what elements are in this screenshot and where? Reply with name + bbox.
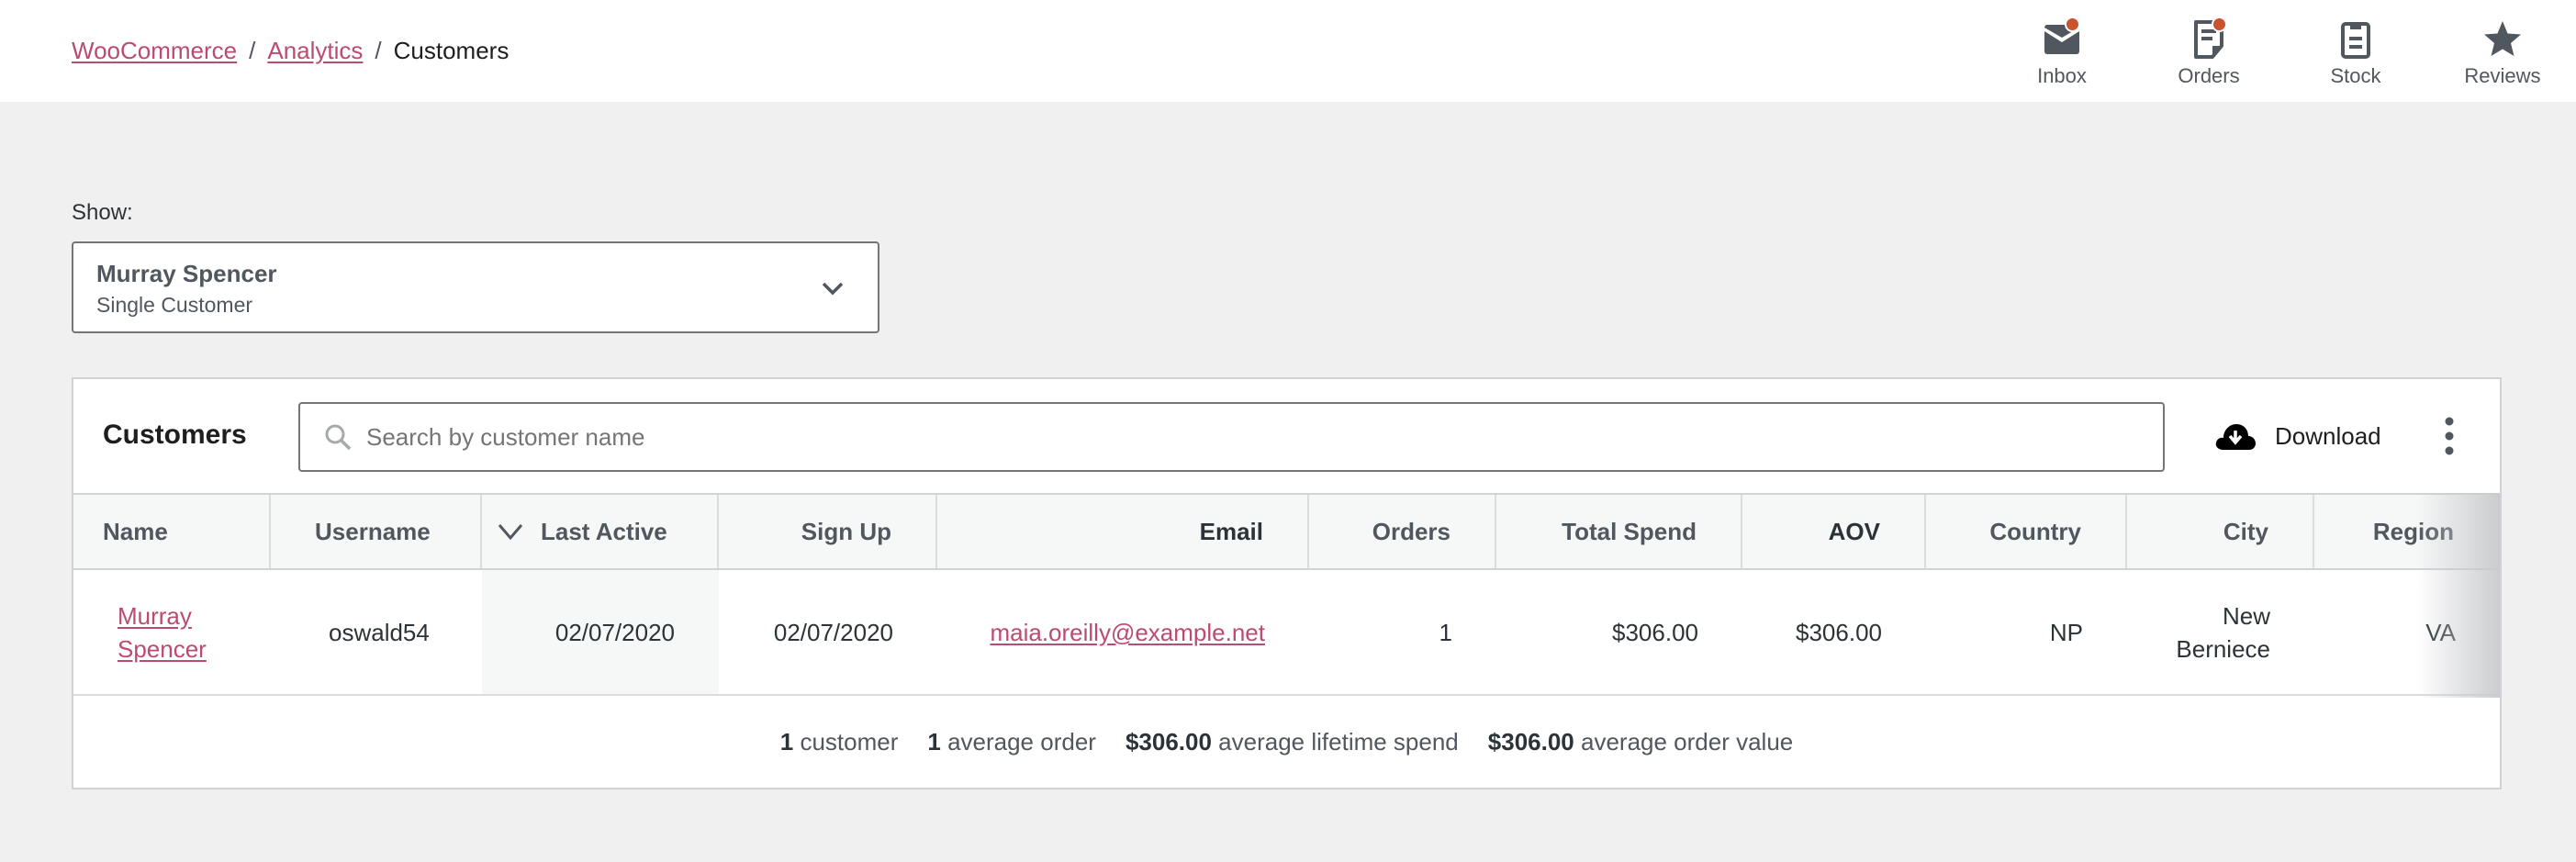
activity-reviews-button[interactable]: Reviews	[2429, 0, 2576, 102]
star-icon	[2482, 18, 2523, 59]
summary-label: customer	[800, 727, 899, 756]
summary-value: $306.00	[1487, 727, 1574, 756]
search-icon	[325, 424, 352, 451]
column-header-sign-up[interactable]: Sign Up	[719, 495, 937, 568]
column-label: Country	[1989, 517, 2081, 545]
sort-descending-icon	[498, 524, 523, 541]
notification-dot	[2212, 17, 2227, 32]
activity-reviews-label: Reviews	[2464, 64, 2541, 87]
cell-email: maia.oreilly@example.net	[937, 570, 1309, 694]
table-row: Murray Spencer oswald54 02/07/2020 02/07…	[73, 570, 2500, 696]
summary-value: 1	[779, 727, 794, 756]
activity-orders-button[interactable]: Orders	[2135, 0, 2282, 102]
cloud-download-icon	[2215, 424, 2256, 450]
column-label: Last Active	[541, 517, 667, 545]
activity-stock-button[interactable]: Stock	[2282, 0, 2429, 102]
cell-country: NP	[2049, 618, 2083, 646]
cell-sign-up: 02/07/2020	[773, 618, 893, 646]
column-header-username[interactable]: Username	[271, 495, 482, 568]
cell-aov: $306.00	[1796, 618, 1882, 646]
column-label: Total Spend	[1562, 517, 1697, 545]
more-options-icon[interactable]	[2433, 414, 2466, 460]
column-header-orders[interactable]: Orders	[1309, 495, 1496, 568]
breadcrumb-analytics[interactable]: Analytics	[267, 35, 363, 66]
activity-inbox-label: Inbox	[2037, 64, 2087, 87]
cell-last-active: 02/07/2020	[482, 570, 719, 694]
breadcrumb: WooCommerce / Analytics / Customers	[72, 35, 509, 66]
column-label: Name	[103, 517, 168, 545]
breadcrumb-separator: /	[249, 37, 256, 64]
breadcrumb-current: Customers	[393, 37, 510, 64]
column-label: Orders	[1372, 517, 1450, 545]
customers-table-card: Customers Download Name Username	[72, 377, 2502, 789]
column-header-name[interactable]: Name	[73, 495, 271, 568]
selected-filter-type: Single Customer	[96, 293, 253, 317]
summary-label: average lifetime spend	[1218, 727, 1459, 756]
activity-stock-label: Stock	[2330, 64, 2381, 87]
cell-username: oswald54	[329, 618, 430, 646]
column-header-country[interactable]: Country	[1926, 495, 2127, 568]
column-label: Region	[2372, 517, 2454, 545]
cell-orders: 1	[1439, 618, 1452, 646]
download-button[interactable]: Download	[2214, 410, 2381, 462]
summary-value: 1	[927, 727, 941, 756]
column-label: Sign Up	[801, 517, 891, 545]
customer-search-input[interactable]	[366, 422, 2163, 452]
column-label: Email	[1199, 517, 1263, 545]
column-header-last-active[interactable]: Last Active	[482, 495, 719, 568]
activity-orders-label: Orders	[2178, 64, 2240, 87]
clipboard-icon	[2335, 18, 2376, 59]
breadcrumb-separator: /	[375, 37, 382, 64]
customer-name-link[interactable]: Murray Spencer	[118, 599, 227, 666]
cell-name: Murray Spencer	[73, 570, 271, 694]
summary-average-orders: 1 average order	[927, 728, 1096, 756]
summary-average-lifetime-spend: $306.00 average lifetime spend	[1126, 728, 1459, 756]
column-header-total-spend[interactable]: Total Spend	[1496, 495, 1742, 568]
column-label: AOV	[1828, 517, 1880, 545]
cell-total-spend: $306.00	[1612, 618, 1698, 646]
column-header-email[interactable]: Email	[937, 495, 1309, 568]
activity-panel: Inbox Orders Stock Reviews	[1988, 0, 2576, 102]
page-icon	[2189, 17, 2229, 59]
table-title: Customers	[103, 420, 247, 450]
summary-label: average order	[947, 727, 1096, 756]
column-header-region[interactable]: Region	[2314, 495, 2500, 568]
breadcrumb-woocommerce[interactable]: WooCommerce	[72, 35, 237, 66]
customer-filter-select[interactable]: Murray Spencer Single Customer	[72, 241, 879, 333]
show-filter-label: Show:	[72, 200, 133, 225]
summary-value: $306.00	[1125, 727, 1212, 756]
notification-dot	[2065, 17, 2080, 32]
cell-region: VA	[2425, 618, 2456, 646]
customer-search-field[interactable]	[298, 402, 2165, 472]
selected-customer-name: Murray Spencer	[96, 260, 277, 287]
column-label: Username	[315, 517, 431, 545]
column-header-city[interactable]: City	[2127, 495, 2314, 568]
download-label: Download	[2275, 421, 2381, 450]
summary-average-order-value: $306.00 average order value	[1488, 728, 1793, 756]
customer-email-link[interactable]: maia.oreilly@example.net	[990, 616, 1265, 649]
top-header: WooCommerce / Analytics / Customers Inbo…	[0, 0, 2576, 102]
column-label: City	[2223, 517, 2268, 545]
activity-inbox-button[interactable]: Inbox	[1988, 0, 2135, 102]
summary-label: average order value	[1581, 727, 1794, 756]
cell-city: New Berniece	[2176, 601, 2271, 663]
mail-icon	[2042, 17, 2082, 59]
table-summary: 1 customer 1 average order $306.00 avera…	[73, 696, 2500, 788]
table-header-row: Name Username Last Active Sign Up Email …	[73, 493, 2500, 570]
column-header-aov[interactable]: AOV	[1742, 495, 1926, 568]
chevron-down-icon	[822, 282, 844, 296]
summary-customers: 1 customer	[780, 728, 899, 756]
